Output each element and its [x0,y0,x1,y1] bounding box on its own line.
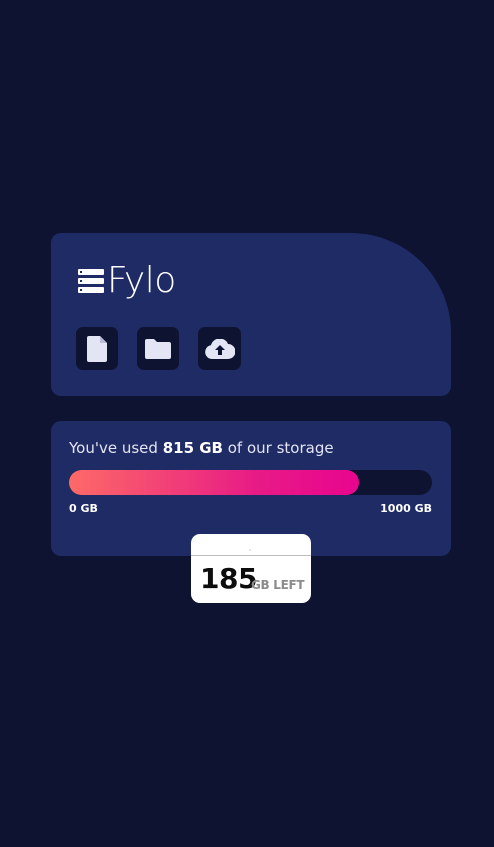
brand-name: Fylo [107,260,176,301]
usage-suffix: of our storage [222,439,334,457]
storage-min-label: 0 GB [69,502,98,515]
badge-divider-dot [249,549,251,551]
remaining-storage-badge: 185 GB LEFT [191,534,311,603]
upload-button[interactable] [198,327,241,370]
folder-icon [145,338,171,359]
remaining-unit: GB LEFT [251,578,305,592]
upload-icon [204,338,235,359]
brand-logo: Fylo [78,261,176,301]
storage-progress-bar [69,470,432,495]
badge-divider [191,555,311,556]
usage-summary: You've used 815 GB of our storage [69,439,334,457]
storage-max-label: 1000 GB [380,502,432,515]
document-icon [87,335,107,362]
storage-progress-fill [69,470,359,495]
folder-button[interactable] [137,327,179,370]
action-icons [76,327,260,370]
usage-prefix: You've used [69,439,163,457]
document-button[interactable] [76,327,118,370]
remaining-value: 185 [200,562,257,595]
used-amount: 815 GB [162,439,223,457]
server-stack-icon [78,269,104,293]
logo-card: Fylo [51,233,451,396]
